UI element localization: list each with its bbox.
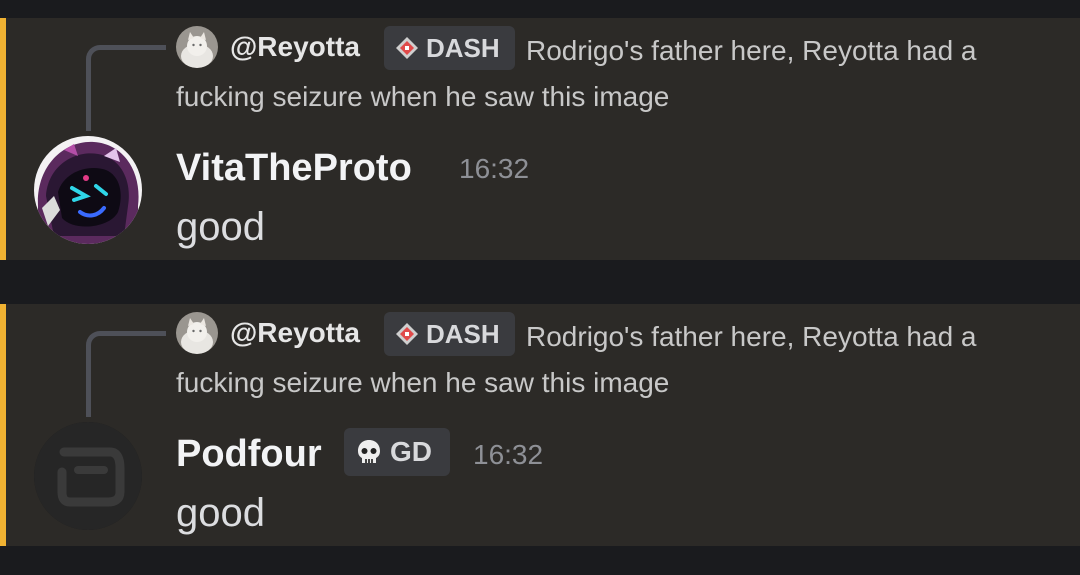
message-content: good <box>176 205 265 249</box>
message-timestamp[interactable]: 16:32 <box>473 438 543 472</box>
mention-highlight-bar <box>0 304 6 546</box>
cat-avatar-icon <box>176 26 218 68</box>
reply-username[interactable]: @Reyotta <box>230 316 360 350</box>
reply-connector <box>86 45 166 131</box>
cat-avatar-icon <box>176 312 218 354</box>
avatar[interactable] <box>34 136 142 244</box>
message-content: good <box>176 491 265 535</box>
avatar[interactable] <box>34 422 142 530</box>
message-item[interactable]: Rodrigo's father here, Reyotta had a fuc… <box>0 18 1080 260</box>
reply-server-tag[interactable]: DASH <box>384 312 515 356</box>
hooded-character-avatar-icon <box>34 136 142 244</box>
mention-highlight-bar <box>0 18 6 260</box>
author-server-tag[interactable]: GD <box>344 428 450 476</box>
author-username[interactable]: VitaTheProto <box>176 146 412 190</box>
message-item[interactable]: Rodrigo's father here, Reyotta had a fuc… <box>0 304 1080 546</box>
dark-square-logo-avatar-icon <box>34 422 142 530</box>
reply-server-tag[interactable]: DASH <box>384 26 515 70</box>
skull-icon <box>358 440 380 463</box>
reply-tag-label: DASH <box>426 319 500 349</box>
reply-tag-label: DASH <box>426 33 500 63</box>
dash-diamond-icon <box>396 37 418 59</box>
dash-diamond-icon <box>396 323 418 345</box>
reply-username[interactable]: @Reyotta <box>230 30 360 64</box>
author-tag-label: GD <box>390 436 432 467</box>
reply-avatar[interactable] <box>176 312 218 354</box>
author-username[interactable]: Podfour <box>176 432 322 476</box>
reply-avatar[interactable] <box>176 26 218 68</box>
message-timestamp[interactable]: 16:32 <box>459 152 529 186</box>
reply-connector <box>86 331 166 417</box>
